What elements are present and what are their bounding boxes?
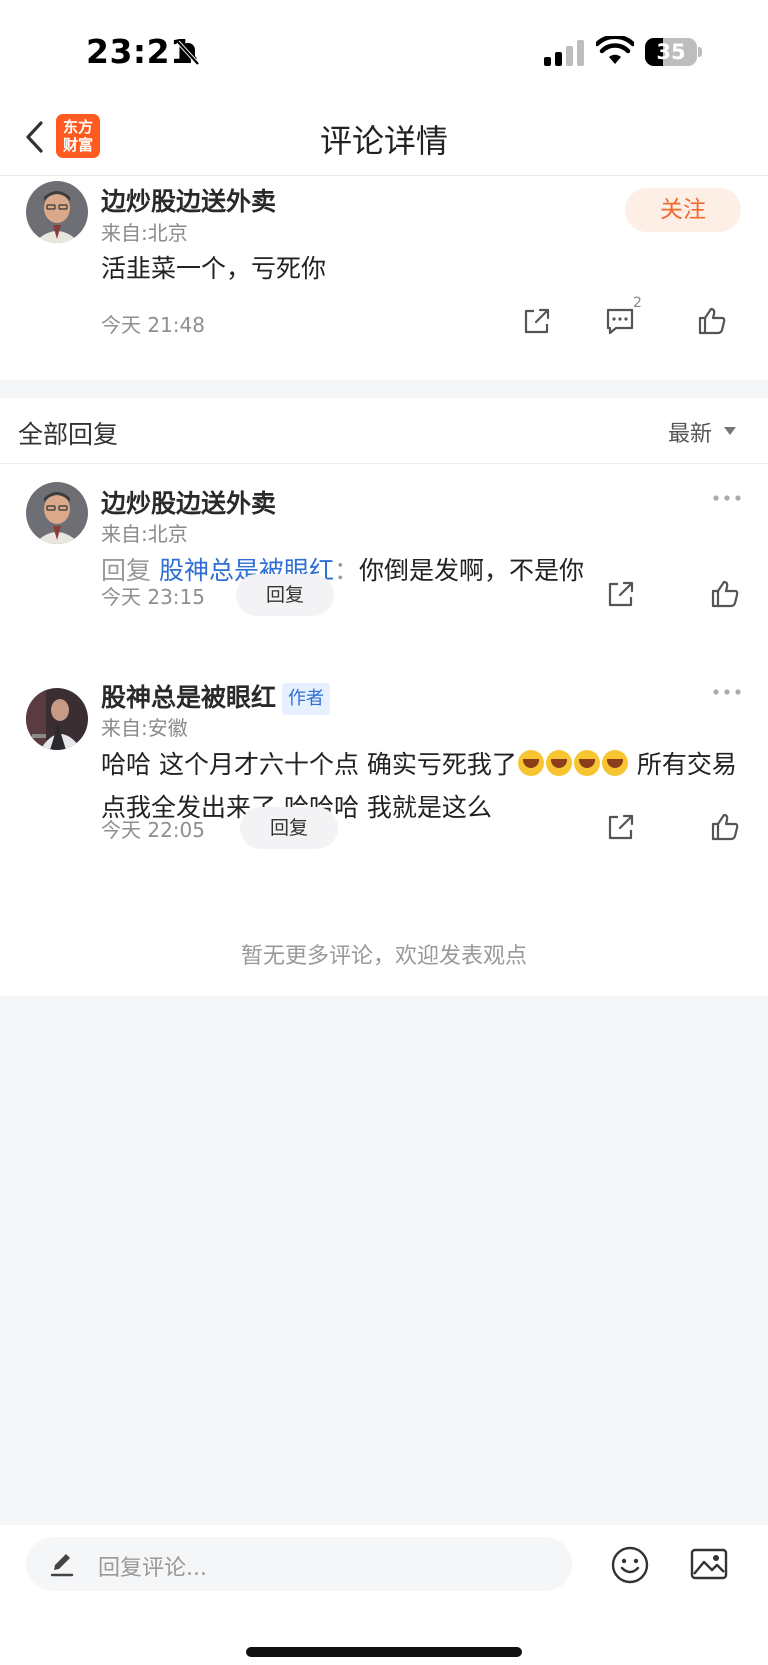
- no-more-comments: 暂无更多评论，欢迎发表观点: [240, 944, 527, 969]
- bell-muted-icon: [176, 40, 200, 66]
- reply-input-placeholder: 回复评论...: [98, 1556, 207, 1581]
- battery-level: 35: [656, 40, 686, 64]
- comment-count: 2: [633, 295, 642, 311]
- cellular-signal-icon: [544, 40, 584, 66]
- username[interactable]: 边炒股边送外卖: [101, 484, 276, 520]
- username[interactable]: 边炒股边送外卖: [101, 182, 276, 218]
- nav-bar: 东方 财富 评论详情: [0, 100, 768, 176]
- author-badge: 作者: [282, 683, 331, 715]
- location: 来自:北京: [101, 221, 188, 245]
- replies-header: 全部回复 最新: [0, 398, 768, 464]
- home-indicator: [246, 1647, 522, 1657]
- share-icon[interactable]: [605, 811, 637, 843]
- avatar[interactable]: [26, 482, 88, 544]
- more-icon[interactable]: [712, 687, 742, 697]
- main-comment: 边炒股边送外卖 来自:北京 关注 活韭菜一个，亏死你 今天 21:48 2: [0, 176, 768, 380]
- reply-time: 今天 23:15: [101, 585, 205, 609]
- comment-text: 活韭菜一个，亏死你: [101, 254, 327, 283]
- image-icon[interactable]: [690, 1547, 728, 1581]
- avatar[interactable]: [26, 688, 88, 750]
- crying-face-icon: [601, 750, 628, 776]
- crying-face-icon: [573, 750, 600, 776]
- username-text[interactable]: 股神总是被眼红: [101, 683, 276, 712]
- reply-button[interactable]: 回复: [240, 807, 338, 849]
- like-icon[interactable]: [709, 811, 741, 843]
- bottom-bar: 回复评论...: [0, 1525, 768, 1665]
- location: 来自:安徽: [101, 716, 188, 740]
- battery-icon: 35: [645, 38, 702, 66]
- reply-input[interactable]: 回复评论...: [26, 1537, 572, 1591]
- wifi-icon: [596, 36, 634, 64]
- crying-face-icon: [517, 750, 544, 776]
- username: 股神总是被眼红 作者: [101, 678, 331, 715]
- pencil-icon: [50, 1554, 74, 1577]
- follow-button[interactable]: 关注: [625, 188, 741, 232]
- chevron-down-icon[interactable]: [724, 427, 736, 435]
- more-icon[interactable]: [712, 493, 742, 503]
- share-icon[interactable]: [521, 305, 553, 337]
- comment-detail-screen: 23:21 35 东方 财富 评论详情 边炒股边送外卖 来自:北京 关注 活韭菜…: [0, 0, 768, 1665]
- status-bar: 23:21 35: [0, 0, 768, 100]
- emoji-icon[interactable]: [610, 1545, 650, 1585]
- location: 来自:北京: [101, 522, 188, 546]
- comment-icon[interactable]: [604, 305, 636, 337]
- reply-button[interactable]: 回复: [236, 574, 334, 616]
- like-icon[interactable]: [696, 305, 728, 337]
- like-icon[interactable]: [709, 578, 741, 610]
- avatar[interactable]: [26, 181, 88, 243]
- sort-dropdown[interactable]: 最新: [668, 416, 712, 448]
- share-icon[interactable]: [605, 578, 637, 610]
- replies-title: 全部回复: [18, 420, 119, 449]
- crying-face-icon: [545, 750, 572, 776]
- comment-time: 今天 21:48: [101, 313, 205, 337]
- replies-section: 全部回复 最新 边炒股边送外卖 来自:北京 回复 股神总是被眼红：你倒是发啊，不…: [0, 398, 768, 996]
- page-title: 评论详情: [319, 122, 448, 160]
- reply-time: 今天 22:05: [101, 818, 205, 842]
